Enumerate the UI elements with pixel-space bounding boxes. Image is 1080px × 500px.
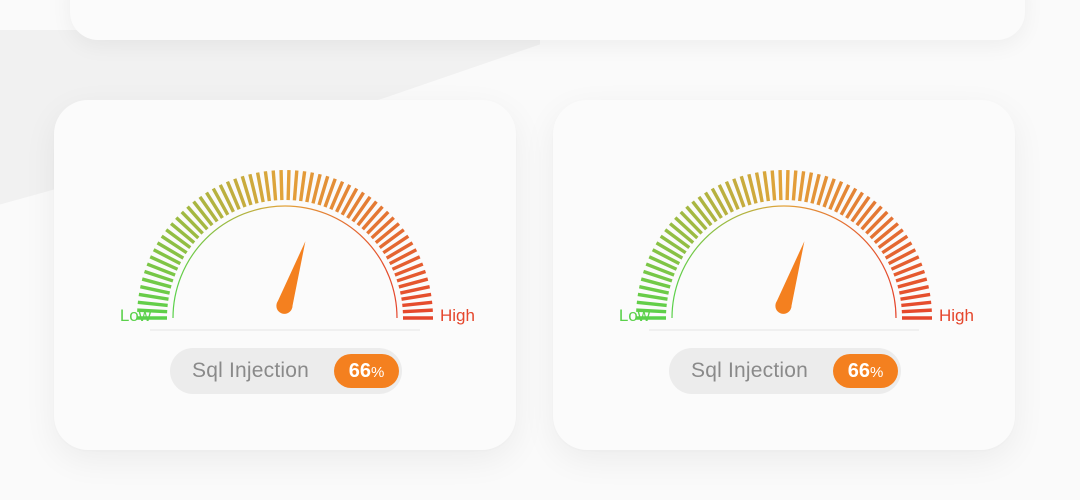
needle-icon	[775, 241, 805, 309]
gauge-tick	[402, 300, 433, 308]
gauge-tick	[156, 241, 185, 260]
gauge-tick	[305, 172, 315, 203]
gauge-tick	[286, 170, 291, 201]
gauge-tick	[704, 191, 723, 219]
gauge-tick	[160, 234, 188, 255]
gauge-tick	[881, 234, 909, 255]
gauge-tick	[255, 172, 265, 203]
gauge-tick	[351, 195, 372, 223]
low-label: Low	[619, 306, 651, 325]
needle-hub	[276, 297, 293, 314]
gauge-card: Low High Sql Injection 66%	[553, 100, 1015, 450]
gauge-tick	[311, 173, 322, 204]
gauge-card: Low High Sql Injection 66%	[54, 100, 516, 450]
gauge-tick	[248, 173, 259, 204]
high-label: High	[440, 306, 475, 325]
gauge-tick	[884, 241, 913, 260]
gauge-tick	[810, 173, 821, 204]
percent-unit: %	[370, 364, 385, 381]
metric-pill[interactable]: Sql Injection 66%	[170, 348, 402, 394]
needle-hub	[775, 297, 792, 314]
percent-badge: 66%	[334, 354, 399, 388]
gauge-tick	[401, 292, 432, 301]
top-card	[70, 0, 1025, 40]
gauge-tick	[845, 191, 864, 219]
gauge-tick	[898, 285, 930, 295]
gauge-tick	[292, 170, 299, 201]
gauge-tick	[778, 170, 783, 201]
gauge-tick	[138, 292, 169, 301]
gauge-tick	[637, 292, 668, 301]
gauge-tick	[636, 300, 667, 308]
gauge-tick	[385, 241, 414, 260]
percent-badge: 66%	[833, 354, 898, 388]
gauge-tick	[279, 170, 284, 201]
gauge-tick	[399, 285, 431, 295]
percent-value: 66	[348, 360, 371, 382]
gauge-tick	[850, 195, 871, 223]
gauge-tick	[901, 300, 932, 308]
percent-unit: %	[869, 364, 884, 381]
gauge-tick	[263, 171, 272, 202]
metric-name: Sql Injection	[192, 359, 310, 382]
gauge-tick	[901, 308, 932, 314]
gauge-tick	[900, 292, 931, 301]
gauge-icon: Low High	[619, 170, 974, 331]
gauge-tick	[298, 171, 307, 202]
gauge-tick	[804, 172, 814, 203]
gauge-icon: Low High	[120, 170, 475, 331]
gauge-tick	[205, 191, 224, 219]
gauge-tick	[198, 195, 219, 223]
gauge-tick	[747, 173, 758, 204]
gauge-tick	[697, 195, 718, 223]
gauge-tick	[762, 171, 771, 202]
metric-pill[interactable]: Sql Injection 66%	[669, 348, 901, 394]
gauge-tick	[271, 170, 278, 201]
gauge-tick	[659, 234, 687, 255]
metric-name: Sql Injection	[691, 359, 809, 382]
gauge-tick	[770, 170, 777, 201]
gauge-tick	[139, 285, 171, 295]
high-label: High	[939, 306, 974, 325]
gauge-tick	[797, 171, 806, 202]
gauge-tick	[137, 300, 168, 308]
gauge-tick	[754, 172, 764, 203]
percent-value: 66	[847, 360, 870, 382]
gauge-tick	[791, 170, 798, 201]
gauge-tick	[785, 170, 790, 201]
gauge-tick	[655, 241, 684, 260]
gauge-tick	[638, 285, 670, 295]
gauge-tick	[346, 191, 365, 219]
low-label: Low	[120, 306, 152, 325]
gauge-tick	[402, 308, 433, 314]
gauge-tick	[382, 234, 410, 255]
needle-icon	[276, 241, 306, 309]
